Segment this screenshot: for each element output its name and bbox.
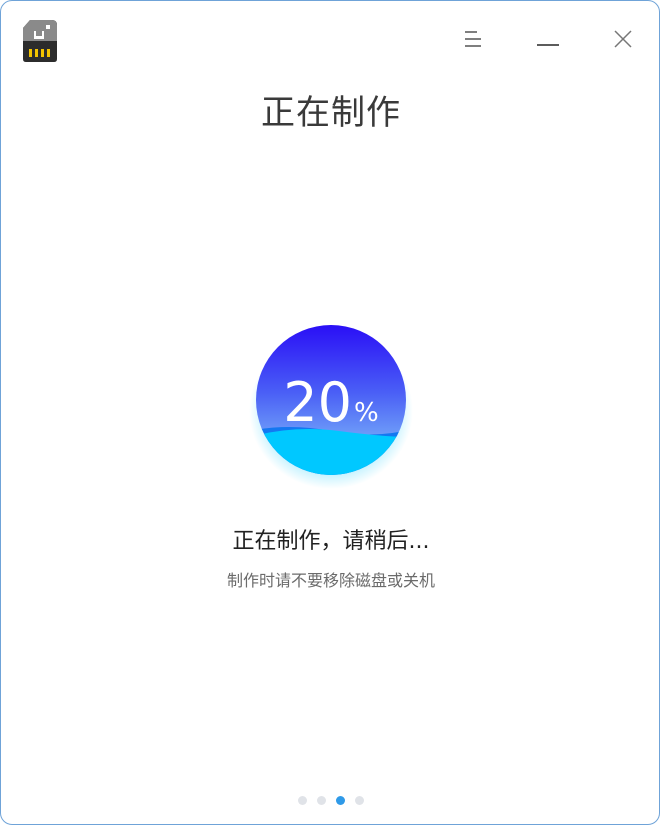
progress-label: 20% (249, 371, 413, 434)
minimize-icon (537, 32, 559, 51)
progress-circle: 20% (249, 319, 413, 489)
page-dot[interactable] (355, 796, 364, 805)
progress-unit: % (354, 398, 379, 428)
close-icon (614, 30, 632, 52)
status-text: 正在制作，请稍后... (232, 529, 430, 554)
page-indicator (1, 796, 659, 805)
progress-value: 20 (283, 371, 352, 434)
status-hint: 制作时请不要移除磁盘或关机 (226, 571, 435, 590)
minimize-button[interactable] (534, 27, 562, 55)
app-window: 正在制作 20% 正在制作，请稍后... 制作时请不要移除磁盘或关机 (0, 0, 660, 825)
page-dot[interactable] (317, 796, 326, 805)
page-title: 正在制作 (261, 93, 401, 133)
sd-card-icon (22, 19, 58, 63)
close-button[interactable] (609, 27, 637, 55)
menu-icon (463, 30, 483, 52)
page-dot[interactable] (298, 796, 307, 805)
page-dot-active[interactable] (336, 796, 345, 805)
menu-button[interactable] (459, 27, 487, 55)
